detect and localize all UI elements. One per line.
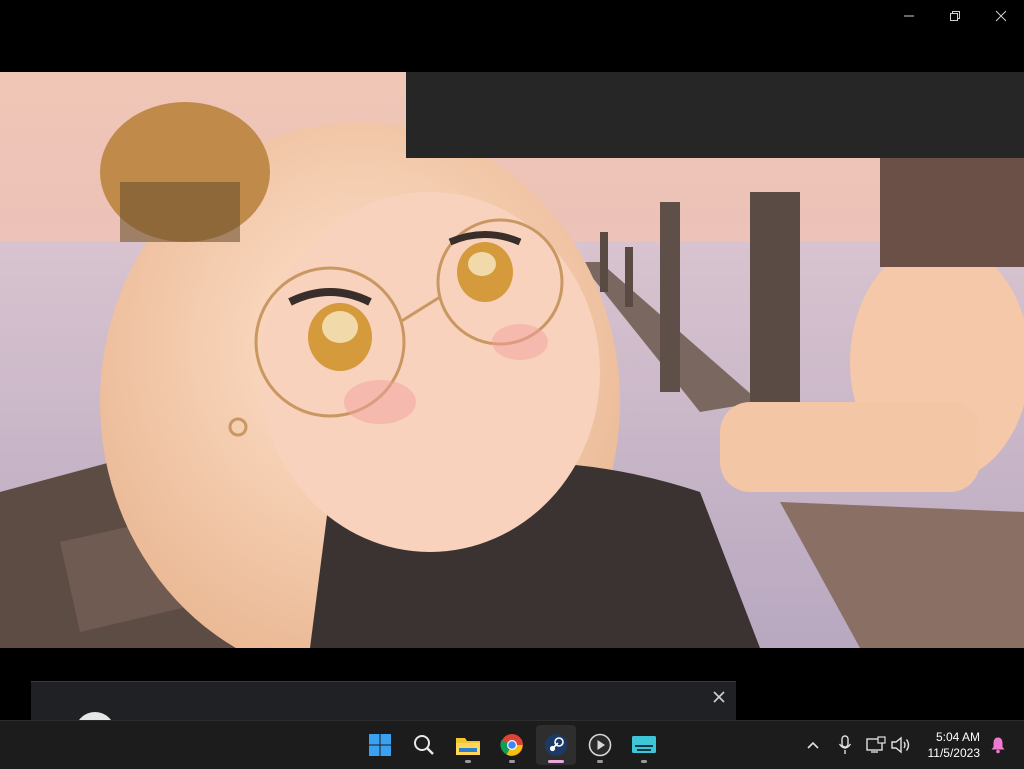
screen-icon — [632, 736, 656, 753]
active-indicator — [548, 760, 564, 763]
restore-button[interactable] — [932, 0, 978, 32]
folder-icon — [456, 738, 480, 755]
steam-button[interactable] — [536, 725, 576, 765]
video-frame[interactable] — [0, 72, 1024, 648]
search-icon — [414, 735, 434, 755]
search-button[interactable] — [404, 725, 444, 765]
clock-time: 5:04 AM — [935, 730, 980, 744]
microphone-button[interactable] — [833, 733, 857, 757]
window-controls — [886, 0, 1024, 32]
notification-panel — [31, 681, 736, 722]
running-indicator — [465, 760, 471, 763]
minimize-icon — [904, 15, 914, 17]
network-button[interactable] — [864, 733, 888, 757]
close-icon — [713, 691, 725, 703]
notification-center-button[interactable] — [988, 733, 1008, 757]
windows-logo-icon — [369, 734, 391, 756]
steam-icon — [545, 734, 567, 756]
close-icon — [995, 10, 1007, 22]
chrome-icon — [500, 734, 523, 756]
network-icon — [866, 736, 886, 753]
running-indicator — [641, 760, 647, 763]
show-hidden-icons-button[interactable] — [801, 733, 825, 757]
microphone-icon — [838, 735, 852, 754]
chrome-button[interactable] — [492, 725, 532, 765]
media-player-button[interactable] — [580, 725, 620, 765]
system-clock[interactable]: 5:04 AM 11/5/2023 — [910, 729, 981, 761]
play-icon — [588, 733, 612, 757]
clock-date: 11/5/2023 — [927, 746, 981, 760]
restore-icon — [950, 11, 960, 21]
start-button[interactable] — [360, 725, 400, 765]
notification-close-button[interactable] — [710, 688, 728, 706]
close-button[interactable] — [978, 0, 1024, 32]
running-indicator — [597, 760, 603, 763]
running-indicator — [509, 760, 515, 763]
scene-image — [0, 72, 1024, 648]
minimize-button[interactable] — [886, 0, 932, 32]
taskbar: 5:04 AM 11/5/2023 — [0, 720, 1024, 769]
screen-app-button[interactable] — [624, 725, 664, 765]
chevron-up-icon — [807, 741, 819, 749]
dark-overlay-panel — [406, 72, 1024, 158]
bell-icon — [991, 737, 1005, 754]
file-explorer-button[interactable] — [448, 725, 488, 765]
volume-icon — [891, 736, 910, 754]
